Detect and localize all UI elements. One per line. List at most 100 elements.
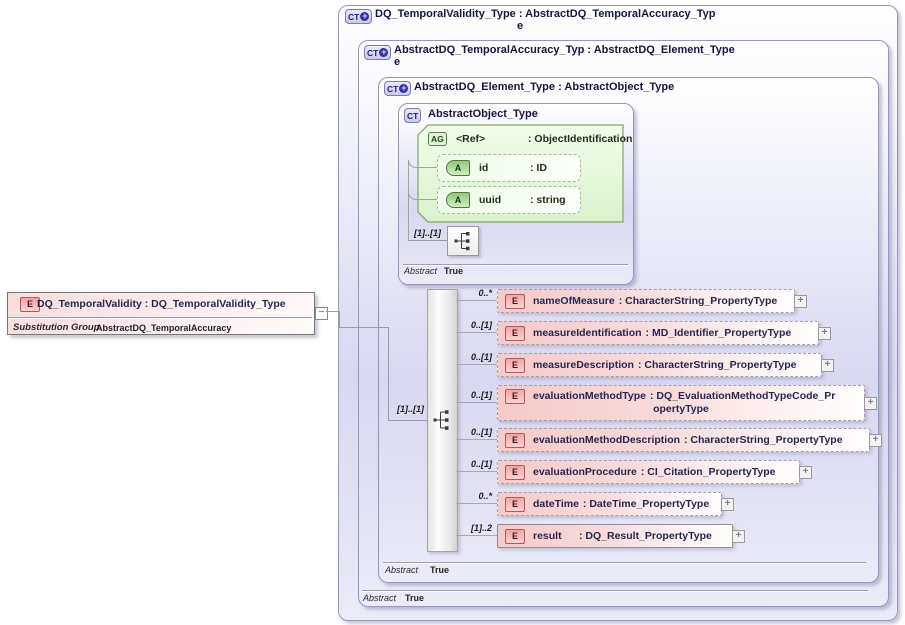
box-title-wrap: e bbox=[394, 56, 400, 68]
element-evaluationMethodDescription[interactable]: E evaluationMethodDescription : Characte… bbox=[497, 428, 870, 452]
collapse-button[interactable]: − bbox=[315, 307, 328, 320]
divider bbox=[362, 590, 868, 591]
element-name: evaluationMethodDescription bbox=[533, 434, 680, 446]
substitution-group-label: Substitution Group bbox=[13, 322, 100, 333]
element-icon: E bbox=[505, 389, 525, 404]
expand-button[interactable]: + bbox=[821, 359, 834, 372]
attribute-icon: A bbox=[446, 192, 470, 208]
divider bbox=[403, 264, 628, 265]
element-name: measureDescription bbox=[533, 359, 634, 371]
sequence-compositor-icon bbox=[433, 408, 451, 432]
box-title-wrap: e bbox=[517, 20, 523, 32]
divider bbox=[383, 562, 866, 563]
attribute-id[interactable]: A id : ID bbox=[437, 154, 581, 182]
expand-button[interactable]: + bbox=[869, 434, 882, 447]
expand-button[interactable]: + bbox=[721, 498, 734, 511]
connector bbox=[456, 535, 497, 536]
element-icon: E bbox=[505, 497, 525, 512]
expand-button[interactable]: + bbox=[794, 295, 807, 308]
connector bbox=[456, 471, 497, 472]
element-type: : CharacterString_PropertyType bbox=[619, 295, 778, 307]
element-evaluationProcedure[interactable]: E evaluationProcedure : CI_Citation_Prop… bbox=[497, 460, 800, 484]
box-title: AbstractDQ_TemporalAccuracy_Typ : Abstra… bbox=[394, 44, 735, 56]
element-icon: E bbox=[505, 433, 525, 448]
element-measureDescription[interactable]: E measureDescription : CharacterString_P… bbox=[497, 353, 822, 377]
abstract-label: Abstract bbox=[404, 266, 437, 276]
abstract-label: Abstract bbox=[385, 565, 418, 575]
attribute-group-icon[interactable]: AG bbox=[428, 132, 447, 146]
abstract-value: True bbox=[405, 593, 424, 603]
ct-glyph: CT bbox=[348, 12, 359, 22]
expand-button[interactable]: + bbox=[799, 466, 812, 479]
substitution-group-value: AbstractDQ_TemporalAccuracy bbox=[96, 323, 231, 333]
element-type: : DQ_EvaluationMethodTypeCode_Pr bbox=[650, 390, 835, 402]
expand-button[interactable]: + bbox=[864, 397, 877, 410]
connector bbox=[388, 420, 427, 421]
element-name: result bbox=[533, 530, 575, 542]
complextype-icon: CT+ bbox=[384, 81, 411, 96]
derivation-plus-icon[interactable]: + bbox=[360, 12, 369, 21]
abstract-label: Abstract bbox=[363, 593, 396, 603]
complextype-icon: CT+ bbox=[364, 45, 391, 60]
element-result[interactable]: E result : DQ_Result_PropertyType bbox=[497, 524, 733, 548]
element-evaluationMethodType[interactable]: E evaluationMethodType : DQ_EvaluationMe… bbox=[497, 385, 865, 421]
element-name: evaluationProcedure bbox=[533, 466, 637, 478]
attribute-uuid[interactable]: A uuid : string bbox=[437, 186, 581, 214]
cardinality-label: [1]..[1] bbox=[382, 404, 424, 414]
element-type: : DateTime_PropertyType bbox=[583, 498, 709, 510]
ct-glyph: CT bbox=[387, 84, 398, 94]
cardinality-label: 0..[1] bbox=[450, 352, 492, 362]
element-DQ_TemporalValidity[interactable]: E DQ_TemporalValidity : DQ_TemporalValid… bbox=[7, 292, 315, 335]
expand-button[interactable]: + bbox=[818, 327, 831, 340]
ct-glyph: CT bbox=[367, 48, 378, 58]
connector bbox=[456, 364, 497, 365]
element-icon: E bbox=[505, 326, 525, 341]
expand-button[interactable]: + bbox=[732, 530, 745, 543]
cardinality-label: 0..* bbox=[450, 491, 492, 501]
element-type: : CharacterString_PropertyType bbox=[638, 359, 797, 371]
connector bbox=[339, 311, 340, 328]
element-title: DQ_TemporalValidity : DQ_TemporalValidit… bbox=[37, 298, 286, 310]
element-type: : CharacterString_PropertyType bbox=[684, 434, 843, 446]
attribute-type: : string bbox=[530, 194, 566, 206]
connector bbox=[456, 402, 497, 403]
derivation-plus-icon[interactable]: + bbox=[399, 84, 408, 93]
element-name: dateTime bbox=[533, 498, 579, 510]
cardinality-label: 0..[1] bbox=[450, 320, 492, 330]
attribute-name: uuid bbox=[479, 194, 530, 206]
connector bbox=[456, 300, 497, 301]
ct-glyph: CT bbox=[407, 111, 418, 121]
cardinality-label: 0..* bbox=[450, 288, 492, 298]
connector bbox=[456, 332, 497, 333]
abstract-value: True bbox=[430, 565, 449, 575]
connector bbox=[326, 311, 340, 312]
element-icon: E bbox=[505, 529, 525, 544]
element-name: evaluationMethodType bbox=[533, 390, 646, 402]
element-name: measureIdentification bbox=[533, 327, 642, 339]
element-icon: E bbox=[505, 294, 525, 309]
connector bbox=[339, 327, 389, 328]
derivation-plus-icon[interactable]: + bbox=[379, 48, 388, 57]
box-title: DQ_TemporalValidity_Type : AbstractDQ_Te… bbox=[375, 8, 716, 20]
abstract-value: True bbox=[444, 266, 463, 276]
element-type-wrap: opertyType bbox=[498, 403, 864, 415]
element-nameOfMeasure[interactable]: E nameOfMeasure : CharacterString_Proper… bbox=[497, 289, 795, 313]
element-type: : DQ_Result_PropertyType bbox=[579, 530, 712, 542]
attribute-type: : ID bbox=[530, 162, 547, 174]
element-type: : CI_Citation_PropertyType bbox=[641, 466, 776, 478]
seq-connector bbox=[408, 240, 447, 241]
connector bbox=[456, 439, 497, 440]
cardinality-label: [1]..2 bbox=[450, 523, 492, 533]
complextype-icon: CT+ bbox=[345, 9, 372, 24]
element-measureIdentification[interactable]: E measureIdentification : MD_Identifier_… bbox=[497, 321, 819, 345]
element-dateTime[interactable]: E dateTime : DateTime_PropertyType bbox=[497, 492, 722, 516]
cardinality-label: 0..[1] bbox=[450, 459, 492, 469]
xsd-diagram: CT+ DQ_TemporalValidity_Type : AbstractD… bbox=[0, 0, 905, 625]
box-title: AbstractDQ_Element_Type : AbstractObject… bbox=[414, 81, 674, 93]
cardinality-label: 0..[1] bbox=[450, 390, 492, 400]
complextype-icon: CT bbox=[404, 108, 421, 123]
element-type: : MD_Identifier_PropertyType bbox=[646, 327, 792, 339]
attribute-name: id bbox=[479, 162, 530, 174]
element-icon: E bbox=[505, 358, 525, 373]
sequence-compositor-icon[interactable] bbox=[447, 226, 479, 256]
